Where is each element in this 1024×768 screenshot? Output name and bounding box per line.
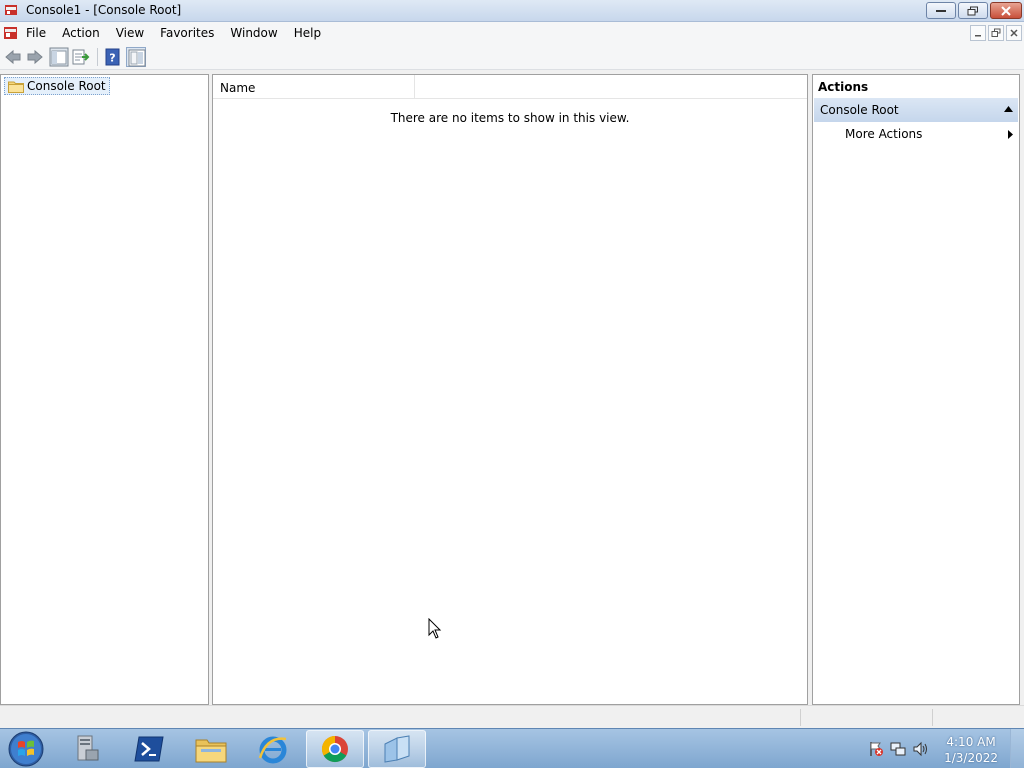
show-desktop-button[interactable]	[1010, 729, 1024, 768]
status-bar	[0, 705, 1024, 728]
back-arrow-icon[interactable]	[3, 47, 23, 67]
menu-action[interactable]: Action	[54, 25, 108, 41]
menu-help[interactable]: Help	[286, 25, 329, 41]
menu-view[interactable]: View	[108, 25, 152, 41]
actions-section-label: Console Root	[820, 103, 899, 117]
tree-item-console-root[interactable]: Console Root	[4, 77, 110, 95]
console-tree-pane[interactable]: Console Root	[0, 74, 209, 705]
clock-date: 1/3/2022	[944, 751, 998, 765]
folder-icon	[8, 80, 24, 93]
submenu-arrow-icon	[1008, 130, 1013, 139]
child-restore-button[interactable]	[988, 25, 1004, 41]
actions-pane: Actions Console Root More Actions	[812, 74, 1020, 705]
title-bar[interactable]: Console1 - [Console Root]	[0, 0, 1024, 22]
taskbar-server-manager[interactable]	[58, 730, 116, 768]
child-minimize-button[interactable]	[970, 25, 986, 41]
help-icon[interactable]: ?	[103, 47, 123, 67]
column-header-name[interactable]: Name	[213, 75, 415, 99]
menu-favorites[interactable]: Favorites	[152, 25, 222, 41]
show-hide-action-pane-icon[interactable]	[126, 47, 146, 67]
results-pane[interactable]: Name There are no items to show in this …	[212, 74, 808, 705]
tree-item-label: Console Root	[27, 79, 106, 93]
minimize-button[interactable]	[926, 2, 956, 19]
action-center-flag-icon[interactable]	[868, 741, 884, 757]
child-close-button[interactable]	[1006, 25, 1022, 41]
show-hide-console-tree-icon[interactable]	[49, 47, 69, 67]
console-window-icon[interactable]	[3, 26, 18, 40]
collapse-up-icon[interactable]	[1004, 106, 1013, 112]
actions-title: Actions	[818, 80, 869, 94]
mouse-cursor-icon	[428, 617, 442, 643]
list-header: Name	[213, 75, 807, 99]
export-list-icon[interactable]	[71, 47, 91, 67]
taskbar: 4:10 AM 1/3/2022	[0, 728, 1024, 768]
empty-view-message: There are no items to show in this view.	[390, 111, 630, 125]
network-icon[interactable]	[890, 741, 906, 757]
svg-text:?: ?	[109, 52, 115, 65]
start-button[interactable]	[4, 730, 48, 768]
more-actions-item[interactable]: More Actions	[814, 124, 1018, 146]
menu-window[interactable]: Window	[222, 25, 285, 41]
more-actions-label: More Actions	[845, 127, 923, 141]
taskbar-powershell[interactable]	[120, 730, 178, 768]
actions-section-console-root[interactable]: Console Root	[814, 98, 1018, 122]
volume-icon[interactable]	[912, 741, 928, 757]
clock[interactable]: 4:10 AM 1/3/2022	[944, 734, 998, 766]
clock-time: 4:10 AM	[946, 735, 996, 749]
restore-button[interactable]	[958, 2, 988, 19]
forward-arrow-icon[interactable]	[25, 47, 45, 67]
taskbar-mmc[interactable]	[368, 730, 426, 768]
menu-file[interactable]: File	[18, 25, 54, 41]
taskbar-file-explorer[interactable]	[182, 730, 240, 768]
mmc-app-icon[interactable]	[4, 3, 18, 17]
menu-bar: File Action View Favorites Window Help	[0, 22, 1024, 44]
system-tray: 4:10 AM 1/3/2022	[854, 729, 1024, 768]
taskbar-chrome[interactable]	[306, 730, 364, 768]
close-button[interactable]	[990, 2, 1022, 19]
toolbar: ?	[0, 44, 1024, 70]
window-title: Console1 - [Console Root]	[26, 3, 182, 17]
taskbar-internet-explorer[interactable]	[244, 730, 302, 768]
